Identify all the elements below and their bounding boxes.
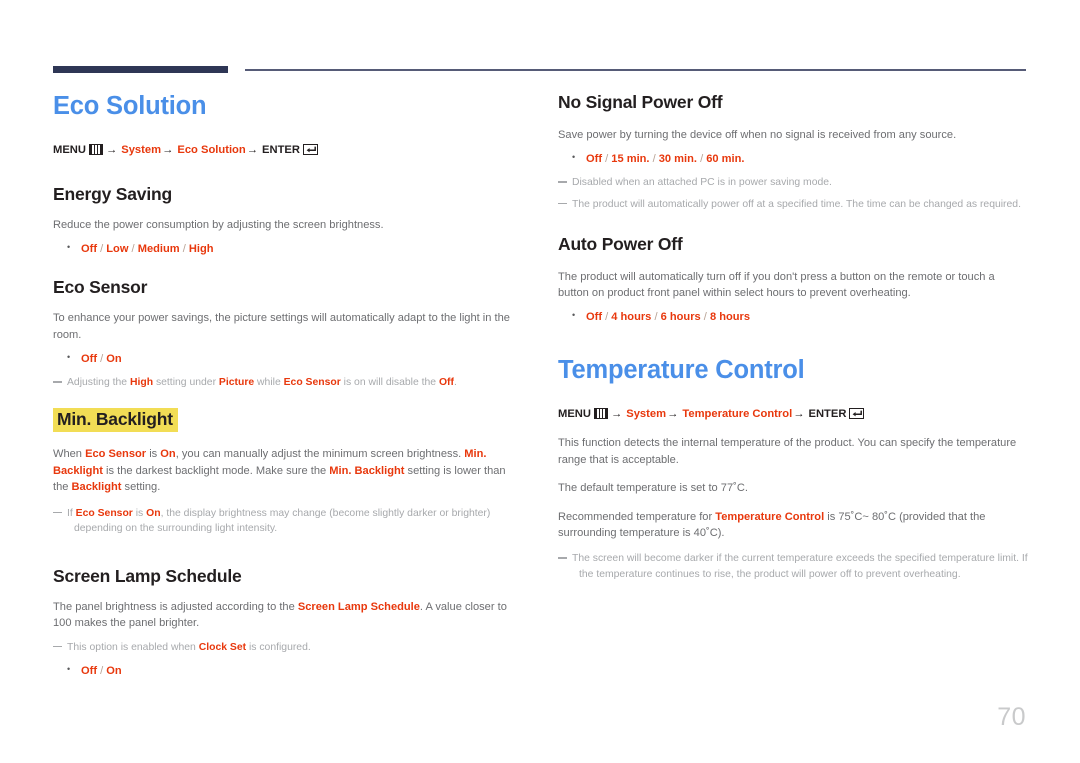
right-column: No Signal Power Off Save power by turnin… bbox=[558, 92, 1028, 582]
menu-path-menu-label: MENU bbox=[53, 144, 86, 157]
enter-return-icon bbox=[302, 144, 318, 156]
menu-grid-icon bbox=[88, 144, 103, 156]
options-energy-saving: Off / Low / Medium / High bbox=[53, 241, 523, 257]
menu-path-enter-label: ENTER bbox=[808, 407, 847, 420]
options-no-signal-power-off: Off / 15 min. / 30 min. / 60 min. bbox=[558, 151, 1028, 167]
option-value: Off bbox=[81, 353, 98, 366]
body-auto-power-off: The product will automatically turn off … bbox=[558, 270, 995, 300]
menu-path-arrow-1: → bbox=[105, 144, 118, 157]
menu-path-eco-solution: MENU → System→ Eco Solution→ ENTER bbox=[53, 143, 523, 158]
menu-path-arrow-3: → bbox=[793, 407, 805, 420]
heading-no-signal-power-off: No Signal Power Off bbox=[558, 92, 723, 112]
note-screen-lamp-schedule: This option is enabled when Clock Set is… bbox=[53, 640, 523, 655]
note-no-signal-power-off-2: The product will automatically power off… bbox=[558, 197, 1028, 212]
heading-eco-sensor: Eco Sensor bbox=[53, 277, 148, 298]
page-number: 70 bbox=[997, 703, 1026, 731]
option-value: 60 min. bbox=[706, 153, 745, 166]
menu-path-arrow-1: → bbox=[610, 407, 623, 420]
option-value: 6 hours bbox=[660, 311, 701, 324]
option-value: 8 hours bbox=[709, 311, 751, 324]
body-energy-saving: Reduce the power consumption by adjustin… bbox=[53, 218, 384, 231]
menu-path-step-system: System bbox=[121, 144, 162, 157]
menu-path-enter-label: ENTER bbox=[262, 144, 300, 157]
options-auto-power-off: Off / 4 hours / 6 hours / 8 hours bbox=[558, 309, 1028, 325]
heading-energy-saving: Energy Saving bbox=[53, 183, 172, 204]
note-no-signal-power-off-1: Disabled when an attached PC is in power… bbox=[558, 175, 1028, 190]
options-eco-sensor: Off / On bbox=[53, 351, 523, 367]
option-value: High bbox=[188, 243, 214, 256]
option-value: Low bbox=[106, 243, 129, 256]
menu-path-arrow-3: → bbox=[246, 144, 258, 157]
menu-path-menu-label: MENU bbox=[558, 407, 591, 420]
menu-path-temperature-control: MENU → System→ Temperature Control→ ENTER bbox=[558, 407, 1028, 422]
menu-path-arrow-2: → bbox=[162, 144, 174, 157]
option-value: Off bbox=[586, 311, 603, 324]
option-value: On bbox=[106, 353, 122, 366]
body-no-signal-power-off: Save power by turning the device off whe… bbox=[558, 129, 957, 141]
heading-min-backlight: Min. Backlight bbox=[53, 408, 178, 433]
options-screen-lamp-schedule: Off / On bbox=[53, 663, 523, 679]
menu-path-step-eco-solution: Eco Solution bbox=[177, 144, 246, 157]
option-value: On bbox=[106, 664, 122, 677]
body-screen-lamp-schedule: The panel brightness is adjusted accordi… bbox=[53, 600, 507, 630]
option-value: Off bbox=[81, 664, 98, 677]
option-value: 30 min. bbox=[658, 153, 697, 166]
page-title-eco-solution: Eco Solution bbox=[53, 92, 207, 120]
enter-return-icon bbox=[849, 407, 865, 419]
body-temperature-control-3: Recommended temperature for Temperature … bbox=[558, 510, 986, 540]
manual-page: Eco Solution MENU → System→ Eco Solution→… bbox=[0, 0, 1080, 763]
note-temperature-control: The screen will become darker if the cur… bbox=[558, 551, 1028, 581]
body-temperature-control-1: This function detects the internal tempe… bbox=[558, 437, 1017, 466]
option-value: Medium bbox=[137, 243, 180, 256]
note-eco-sensor: Adjusting the High setting under Picture… bbox=[53, 375, 523, 390]
option-value: Off bbox=[586, 153, 603, 166]
left-column: Eco Solution MENU → System→ Eco Solution→… bbox=[53, 92, 523, 679]
menu-path-step-system: System bbox=[626, 407, 667, 420]
menu-grid-icon bbox=[593, 407, 608, 419]
menu-path-arrow-2: → bbox=[667, 407, 679, 420]
option-value: 15 min. bbox=[611, 153, 650, 166]
heading-auto-power-off: Auto Power Off bbox=[558, 233, 683, 254]
page-title-temperature-control: Temperature Control bbox=[558, 355, 805, 384]
body-min-backlight: When Eco Sensor is On, you can manually … bbox=[53, 448, 506, 494]
body-temperature-control-2: The default temperature is set to 77˚C. bbox=[558, 482, 748, 495]
note-min-backlight: If Eco Sensor is On, the display brightn… bbox=[53, 506, 523, 536]
heading-screen-lamp-schedule: Screen Lamp Schedule bbox=[53, 565, 242, 586]
body-eco-sensor: To enhance your power savings, the pictu… bbox=[53, 312, 510, 341]
option-value: Off bbox=[81, 243, 98, 256]
option-value: 4 hours bbox=[611, 311, 652, 324]
menu-path-step-temperature-control: Temperature Control bbox=[682, 407, 793, 420]
